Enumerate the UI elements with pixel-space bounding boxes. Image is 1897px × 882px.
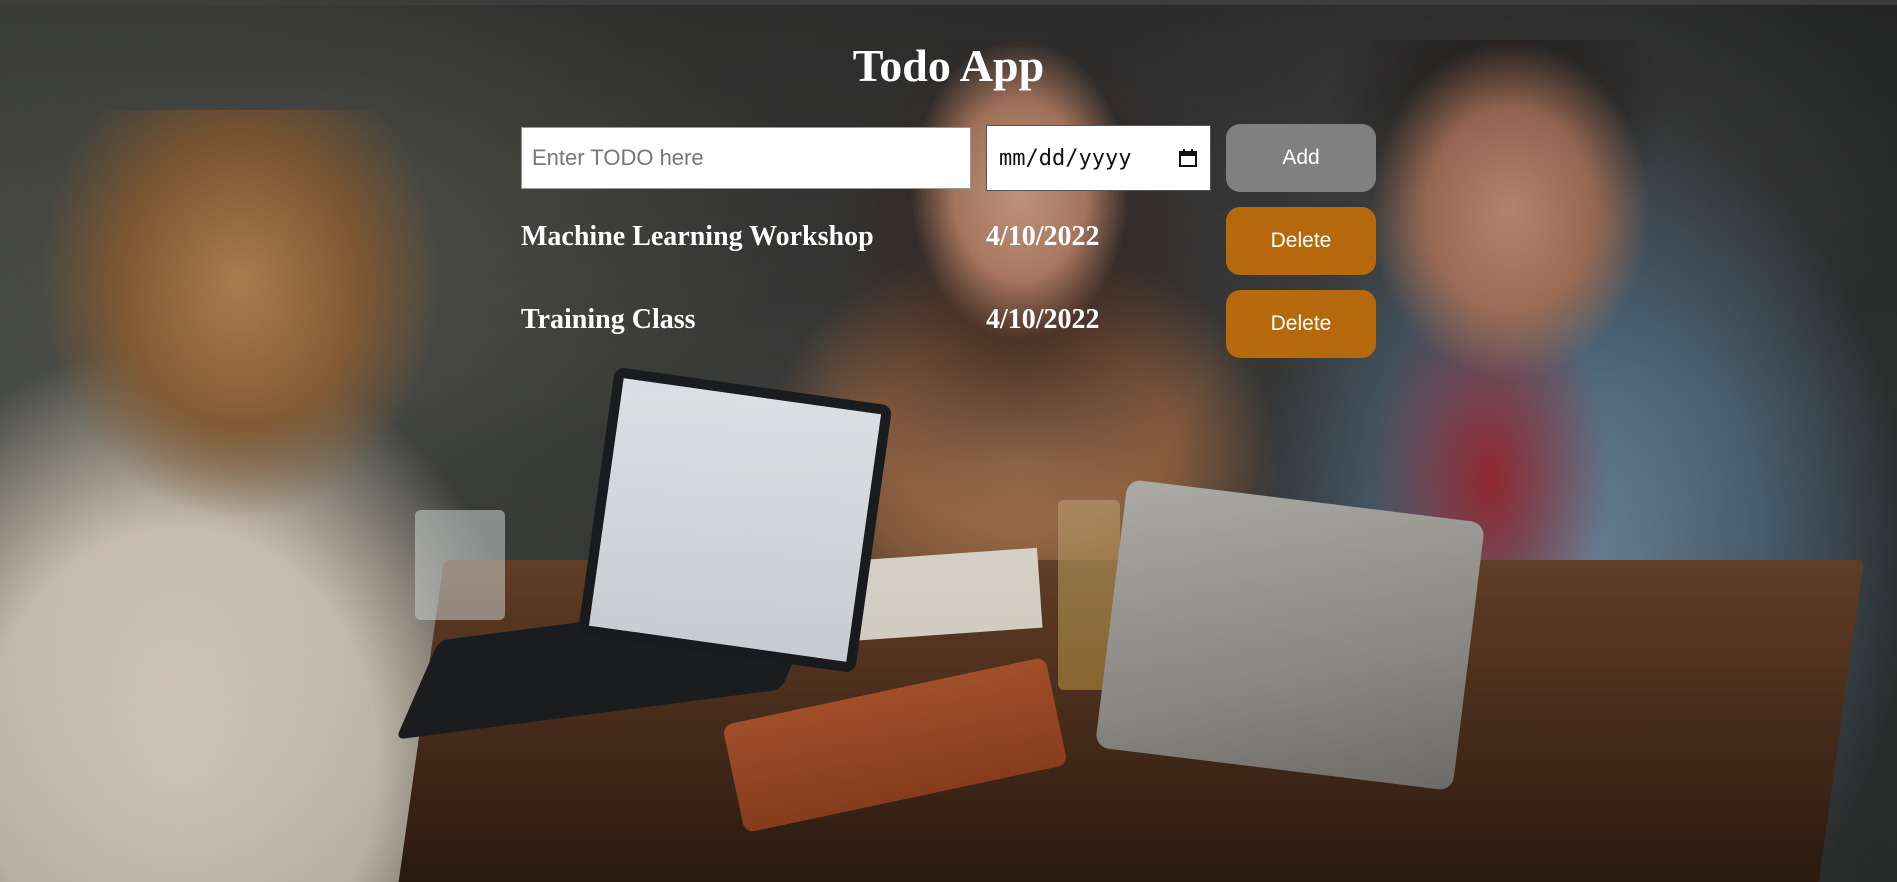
- todo-item-date: 4/10/2022: [986, 304, 1100, 335]
- date-input-placeholder: mm/dd/yyyy: [999, 145, 1132, 171]
- delete-button[interactable]: Delete: [1226, 290, 1376, 358]
- todo-item-date: 4/10/2022: [986, 221, 1100, 252]
- delete-button[interactable]: Delete: [1226, 207, 1376, 275]
- page-title: Todo App: [852, 40, 1045, 91]
- todo-item-text: Machine Learning Workshop: [521, 221, 874, 252]
- calendar-icon[interactable]: [1178, 148, 1198, 168]
- todo-item: Training Class 4/10/2022 Delete: [0, 290, 1897, 358]
- todo-input[interactable]: [521, 127, 971, 189]
- add-button[interactable]: Add: [1226, 124, 1376, 192]
- window-top-edge: [0, 0, 1897, 5]
- todo-item-text: Training Class: [521, 304, 696, 335]
- date-input[interactable]: mm/dd/yyyy: [986, 125, 1211, 191]
- todo-item: Machine Learning Workshop 4/10/2022 Dele…: [0, 207, 1897, 275]
